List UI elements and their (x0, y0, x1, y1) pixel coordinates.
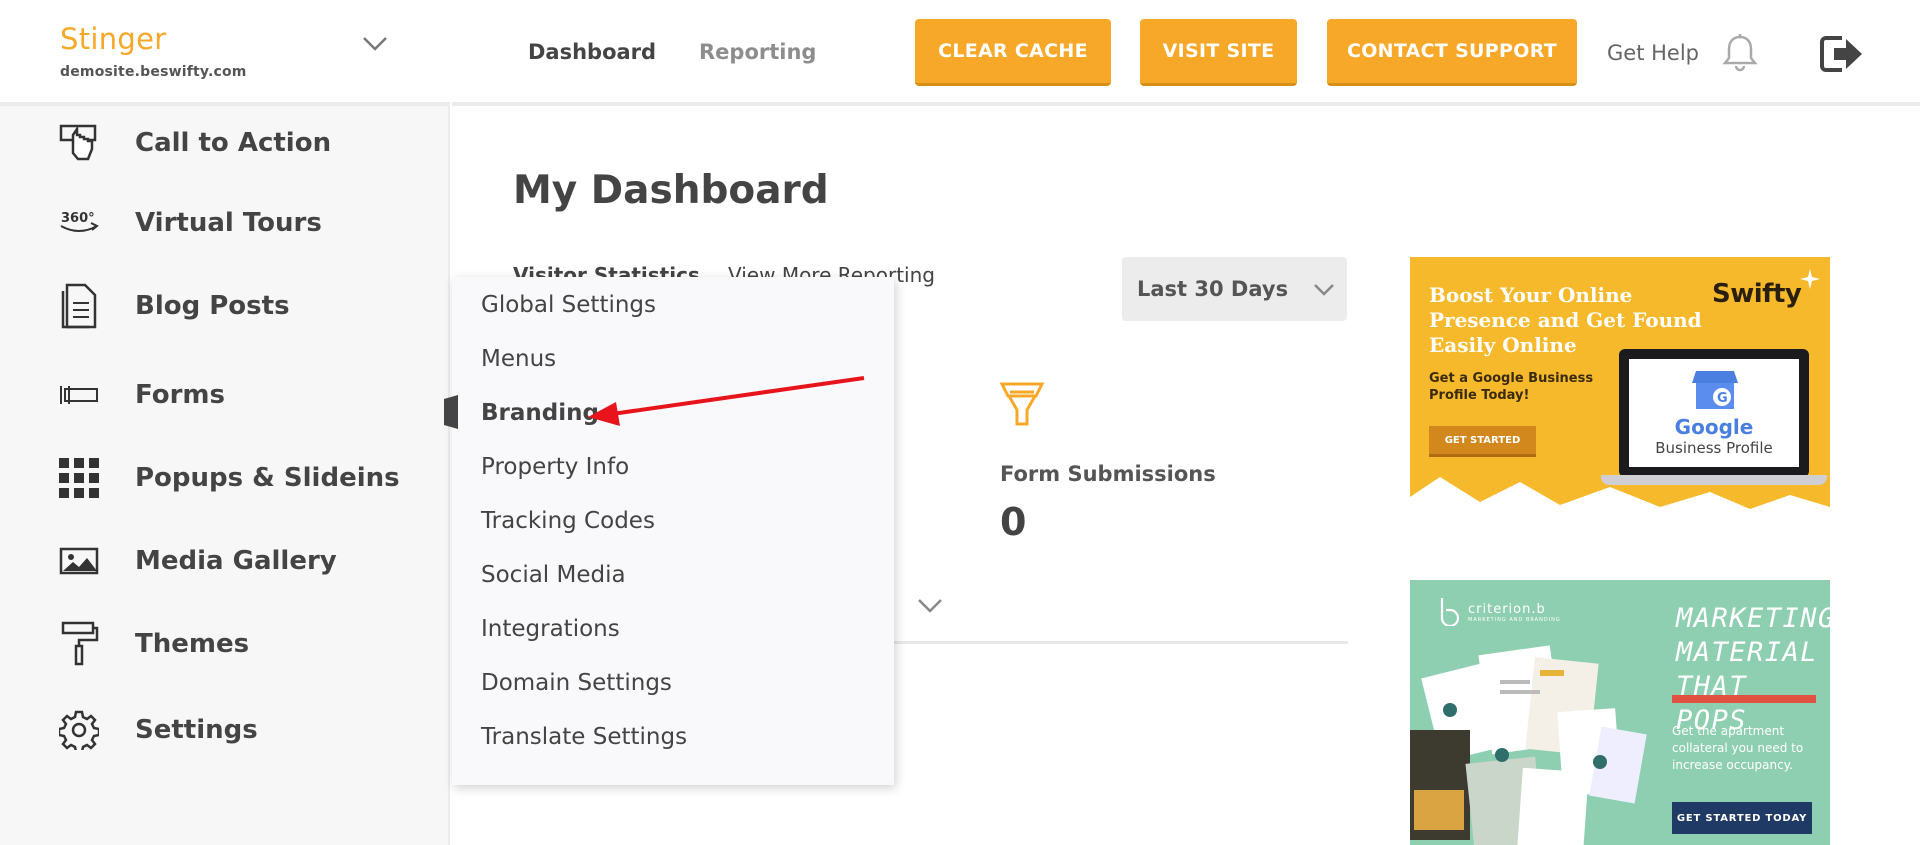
sidebar-item-label: Forms (135, 380, 225, 410)
sidebar-item-themes[interactable]: Themes (0, 609, 450, 679)
tab-dashboard[interactable]: Dashboard (528, 40, 656, 64)
sidebar-item-blog-posts[interactable]: Blog Posts (0, 271, 450, 341)
page-title: My Dashboard (513, 168, 829, 213)
settings-submenu: Global Settings Menus Branding Property … (444, 277, 894, 785)
laptop-graphic: G Google Business Profile (1601, 349, 1827, 489)
call-to-action-icon (58, 122, 100, 164)
date-range-select[interactable]: Last 30 Days (1122, 257, 1347, 321)
sidebar-item-label: Themes (135, 629, 250, 659)
sidebar-item-label: Popups & Slideins (135, 463, 400, 493)
google-wordmark: Google (1674, 415, 1754, 439)
site-switcher[interactable]: Stinger demosite.beswifty.com (0, 0, 450, 106)
form-field-icon (58, 374, 100, 416)
360-tour-icon: 360° (58, 202, 100, 244)
criterion-logo: criterion.b (1468, 602, 1546, 617)
sidebar-item-settings[interactable]: Settings (0, 695, 450, 765)
sidebar: Stinger demosite.beswifty.com Call to Ac… (0, 0, 450, 845)
criterion-logo-mark (1440, 598, 1460, 626)
document-icon (58, 283, 100, 329)
paint-roller-icon (58, 621, 100, 666)
chevron-down-icon (1314, 284, 1334, 296)
image-icon (58, 540, 100, 582)
submenu-item-branding[interactable]: Branding (481, 400, 599, 426)
sidebar-item-label: Call to Action (135, 128, 332, 158)
form-submissions-value: 0 (1000, 500, 1027, 544)
ad-headline: Boost Your Online Presence and Get Found… (1429, 283, 1702, 357)
tab-reporting[interactable]: Reporting (699, 40, 816, 64)
clear-cache-button[interactable]: CLEAR CACHE (915, 19, 1111, 86)
brochure-collage-image (1410, 645, 1647, 845)
site-url: demosite.beswifty.com (60, 64, 247, 80)
criterion-tagline: MARKETING AND BRANDING (1468, 617, 1561, 623)
headline-underline (1672, 695, 1816, 703)
sidebar-item-label: Media Gallery (135, 546, 337, 576)
svg-text:G: G (1717, 391, 1728, 406)
grid-icon (58, 457, 100, 499)
swifty-logo: Swifty (1712, 279, 1802, 309)
sidebar-item-label: Virtual Tours (135, 208, 322, 238)
get-help-link[interactable]: Get Help (1607, 41, 1699, 65)
google-business-store-icon: G (1692, 371, 1738, 409)
ad-body: Get the apartment collateral you need to… (1672, 724, 1804, 772)
gear-icon (58, 709, 100, 751)
top-bar: Dashboard Reporting CLEAR CACHE VISIT SI… (452, 0, 1920, 106)
submenu-item-menus[interactable]: Menus (481, 346, 556, 372)
site-name: Stinger (60, 22, 167, 56)
visit-site-button[interactable]: VISIT SITE (1140, 19, 1297, 86)
logout-icon[interactable] (1820, 36, 1864, 72)
submenu-item-property-info[interactable]: Property Info (481, 454, 629, 480)
active-item-marker (444, 395, 458, 429)
sidebar-item-virtual-tours[interactable]: 360° Virtual Tours (0, 188, 450, 258)
sidebar-item-popups-slideins[interactable]: Popups & Slideins (0, 443, 450, 513)
google-business-profile-ad[interactable]: Boost Your Online Presence and Get Found… (1410, 257, 1830, 517)
criterion-marketing-ad[interactable]: criterion.b MARKETING AND BRANDING MARKE… (1410, 580, 1830, 845)
svg-text:360°: 360° (61, 211, 95, 226)
sidebar-item-media-gallery[interactable]: Media Gallery (0, 526, 450, 596)
sparkle-icon (1800, 269, 1820, 289)
ad-subtext: Get a Google Business Profile Today! (1429, 371, 1594, 403)
ad-headline: MARKETING MATERIAL THAT POPS (1676, 603, 1830, 736)
sidebar-item-forms[interactable]: Forms (0, 360, 450, 430)
funnel-icon (999, 382, 1045, 426)
sidebar-item-label: Blog Posts (135, 291, 290, 321)
date-range-value: Last 30 Days (1137, 277, 1289, 301)
sidebar-item-label: Settings (135, 715, 258, 745)
ad-get-started-today-button[interactable]: GET STARTED TODAY (1672, 802, 1812, 834)
business-profile-label: Business Profile (1655, 439, 1773, 457)
chevron-down-icon[interactable] (917, 598, 943, 614)
bell-icon[interactable] (1722, 34, 1758, 72)
sidebar-item-call-to-action[interactable]: Call to Action (0, 108, 450, 178)
chevron-down-icon[interactable] (362, 36, 388, 52)
submenu-item-global-settings[interactable]: Global Settings (481, 292, 656, 318)
submenu-item-translate-settings[interactable]: Translate Settings (481, 724, 687, 750)
submenu-item-social-media[interactable]: Social Media (481, 562, 626, 588)
submenu-item-tracking-codes[interactable]: Tracking Codes (481, 508, 655, 534)
submenu-item-domain-settings[interactable]: Domain Settings (481, 670, 672, 696)
form-submissions-label: Form Submissions (1000, 462, 1216, 486)
submenu-item-integrations[interactable]: Integrations (481, 616, 620, 642)
contact-support-button[interactable]: CONTACT SUPPORT (1327, 19, 1577, 86)
ad-get-started-button[interactable]: GET STARTED (1429, 426, 1536, 457)
